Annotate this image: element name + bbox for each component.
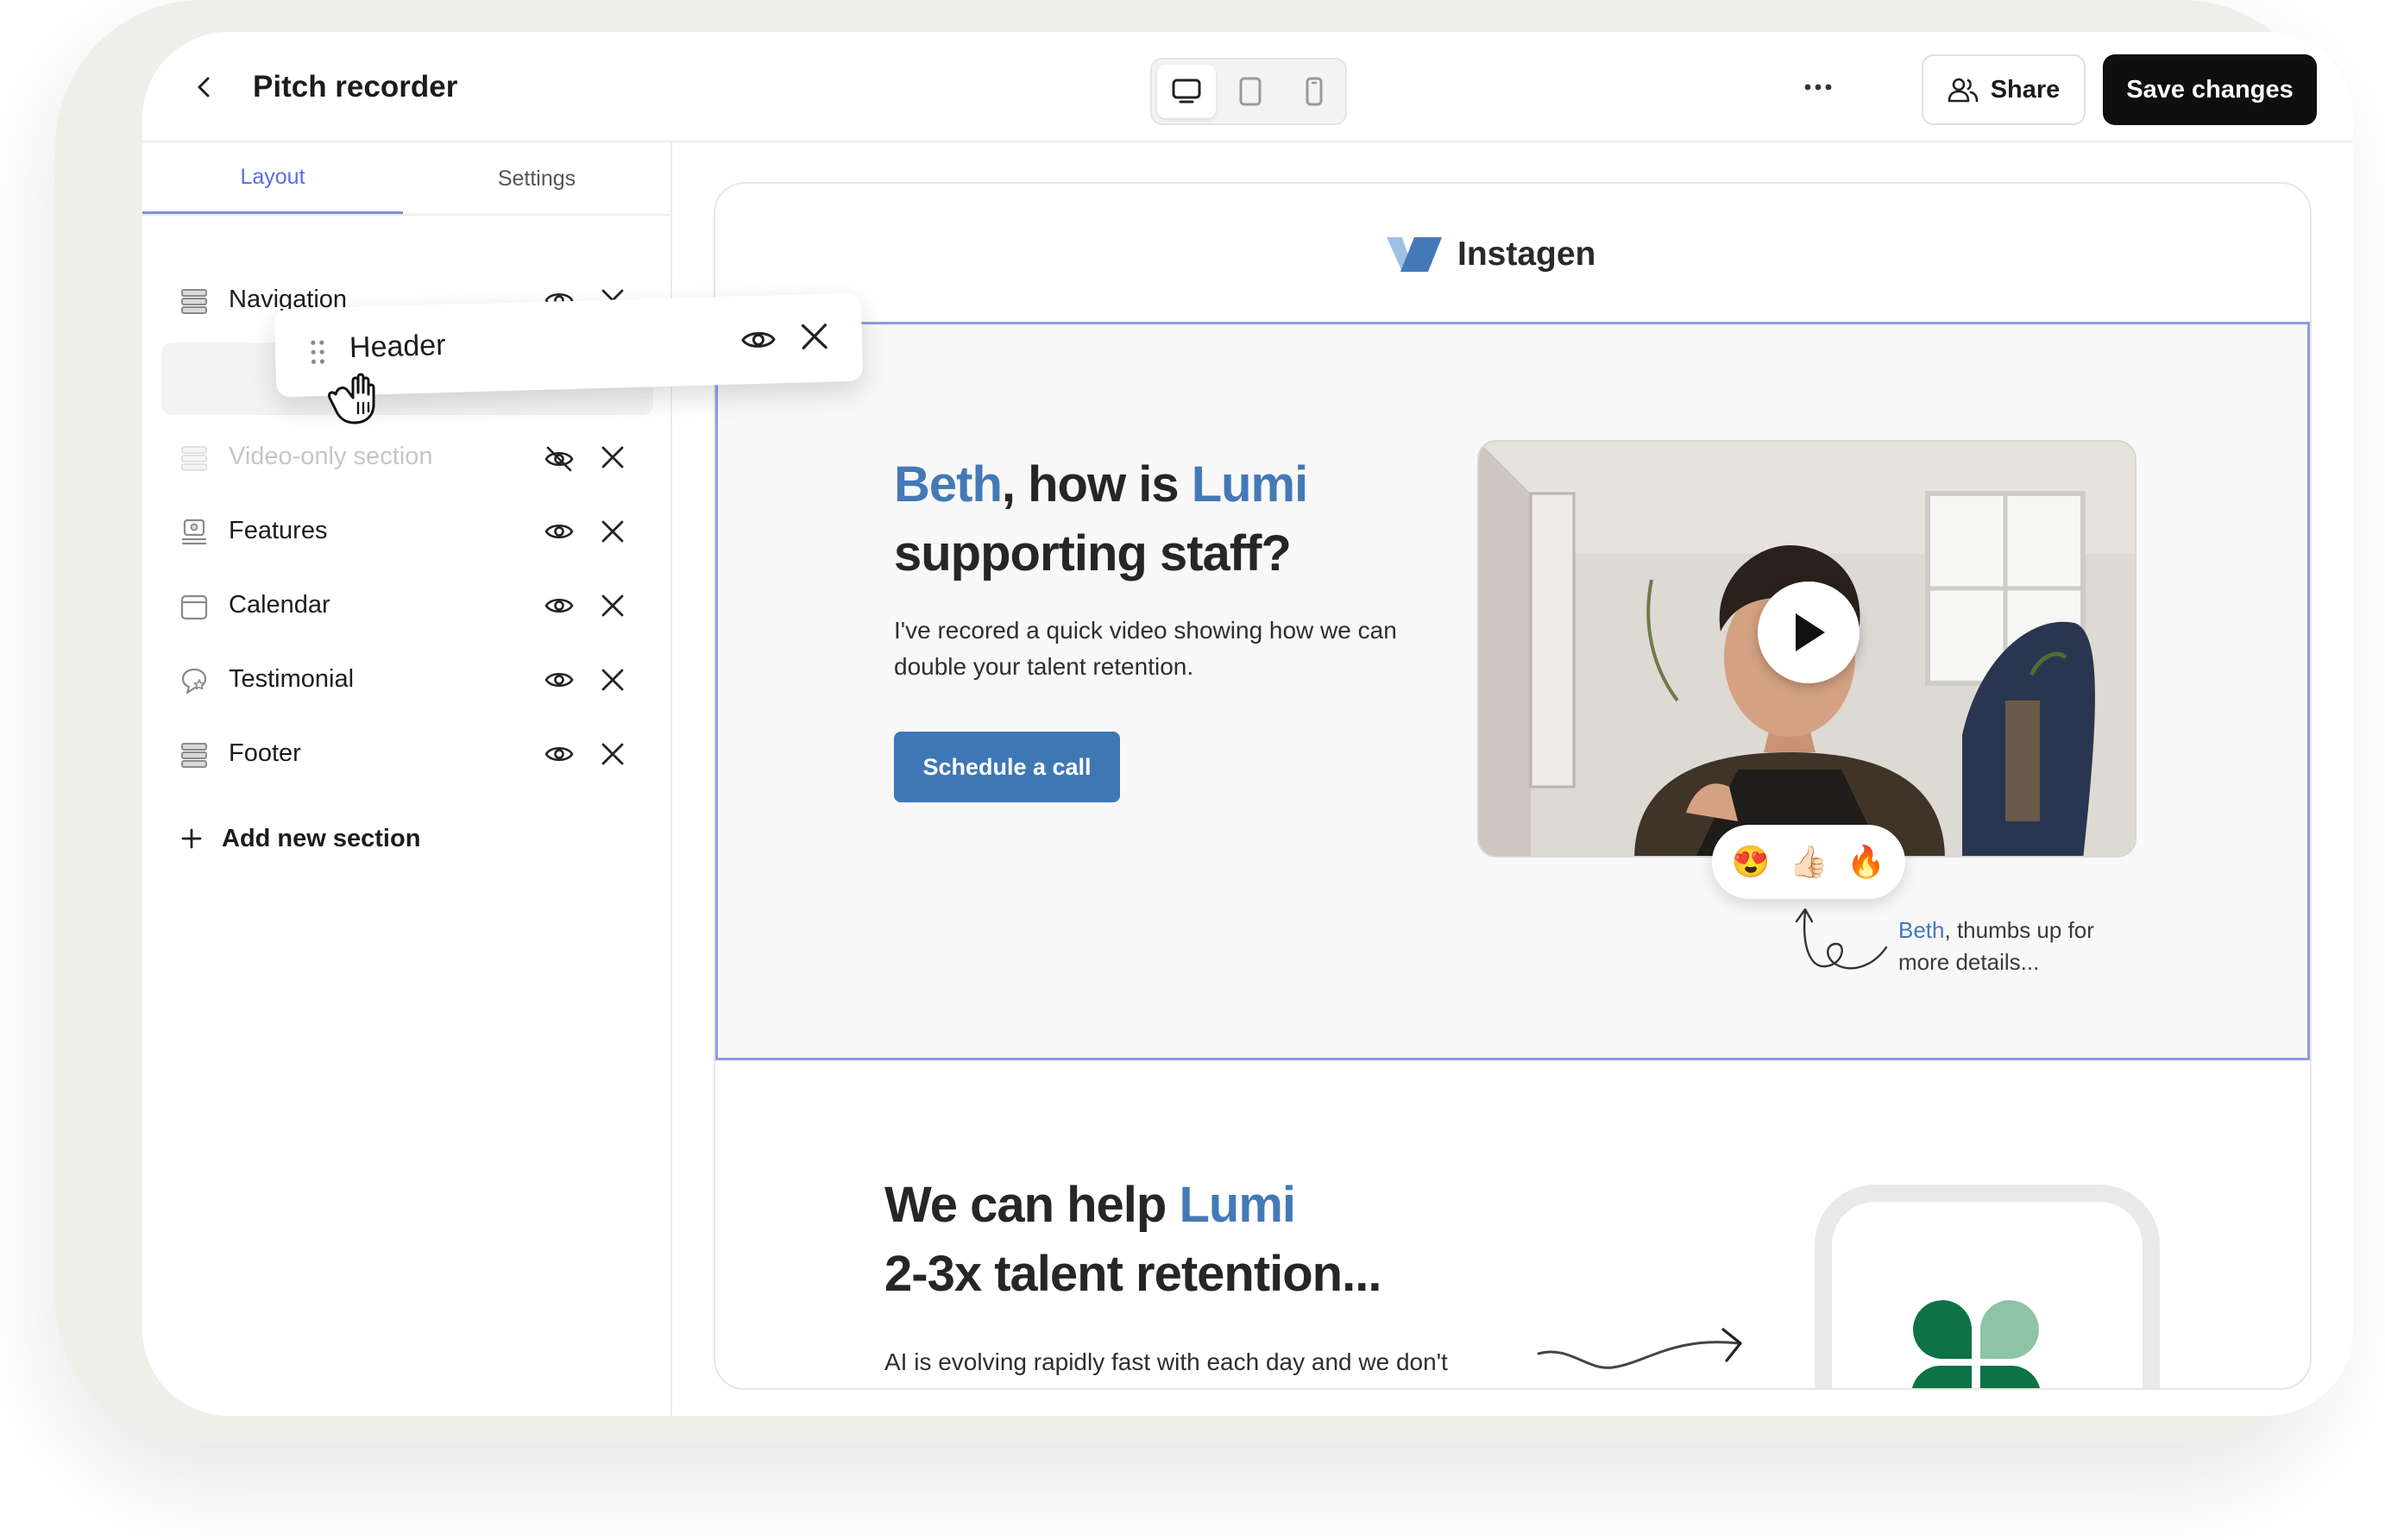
brand-logo: Instagen [1385, 229, 1595, 280]
section-item-video-only[interactable]: Video-only section [180, 431, 646, 482]
hero-subtitle: I've recored a quick video showing how w… [894, 617, 1397, 680]
eye-icon[interactable] [544, 669, 574, 691]
share-label: Share [1990, 75, 2061, 104]
section-item-calendar[interactable]: Calendar [180, 579, 646, 631]
hero-title: Beth, how is Lumi supporting staff? [894, 456, 1308, 581]
play-button[interactable] [1758, 581, 1860, 683]
grab-hand-cursor-icon [328, 373, 375, 424]
calendar-icon [180, 594, 208, 620]
add-new-section-label: Add new section [222, 824, 421, 852]
curly-arrow-icon [1795, 908, 1888, 970]
close-icon[interactable] [600, 741, 626, 767]
desktop-view-button[interactable] [1157, 65, 1216, 118]
stack-icon [181, 446, 207, 471]
tablet-view-button[interactable] [1221, 65, 1280, 118]
page-title: Pitch recorder [253, 70, 458, 104]
share-button[interactable]: Share [1922, 54, 2086, 125]
thumbs-up-note: Beth, thumbs up for more details... [1898, 917, 2094, 975]
tablet-icon [1239, 77, 1262, 106]
section-label: Footer [229, 739, 301, 767]
play-icon [1796, 613, 1825, 651]
close-icon[interactable] [600, 667, 626, 693]
section-item-features[interactable]: Features [180, 505, 646, 556]
section-item-footer[interactable]: Footer [180, 727, 646, 779]
fire-emoji-button[interactable]: 🔥 [1847, 844, 1885, 880]
section2-body: AI is evolving rapidly fast with each da… [884, 1348, 1448, 1375]
tab-settings[interactable]: Settings [403, 142, 670, 215]
stack-icon [181, 289, 207, 314]
plus-icon [181, 828, 202, 849]
features-icon [181, 519, 207, 545]
eye-off-icon[interactable] [544, 446, 574, 472]
clover-logo-icon [1912, 1300, 2040, 1388]
close-icon[interactable] [600, 593, 626, 619]
eye-icon[interactable] [544, 743, 574, 765]
mobile-icon [1306, 77, 1323, 106]
add-new-section-button[interactable]: Add new section [180, 817, 420, 860]
tab-layout[interactable]: Layout [142, 142, 403, 215]
section2-title: We can help Lumi 2-3x talent retention... [884, 1177, 1381, 1302]
section-label: Calendar [229, 591, 330, 619]
heart-eyes-emoji-button[interactable]: 😍 [1732, 844, 1771, 880]
close-icon[interactable] [600, 519, 626, 544]
eye-icon[interactable] [741, 326, 777, 353]
eye-icon[interactable] [544, 520, 574, 543]
device-toggle [1150, 58, 1347, 125]
hero-section-selected[interactable]: Beth, how is Lumi supporting staff? I've … [715, 322, 2310, 1060]
tabs-divider [142, 214, 672, 216]
back-icon[interactable] [192, 75, 217, 99]
app-window: Pitch recorder Share Save changes Layout… [142, 32, 2353, 1416]
stack-icon [181, 743, 207, 768]
instagen-logo-icon [1387, 237, 1442, 272]
reaction-bar: 😍 👍🏻 🔥 [1712, 825, 1905, 899]
swoosh-arrow-icon [1537, 1328, 1742, 1369]
section-label: Features [229, 517, 328, 544]
close-icon[interactable] [600, 444, 626, 470]
eye-icon[interactable] [544, 594, 574, 617]
schedule-call-button[interactable]: Schedule a call [894, 732, 1120, 802]
top-bar: Pitch recorder Share Save changes [142, 32, 2353, 142]
brand-name: Instagen [1457, 236, 1596, 273]
drag-handle-icon[interactable] [310, 339, 326, 365]
thumbs-up-emoji-button[interactable]: 👍🏻 [1790, 844, 1828, 880]
save-changes-button[interactable]: Save changes [2103, 54, 2317, 125]
desktop-icon [1172, 79, 1201, 104]
section-item-testimonial[interactable]: Testimonial [180, 653, 646, 705]
section-label: Header [349, 328, 446, 365]
more-options-icon[interactable] [1801, 82, 1835, 92]
testimonial-icon [181, 668, 207, 695]
page-preview: Instagen Beth, how is Lumi supporting sta… [714, 182, 2312, 1390]
section-label: Testimonial [229, 665, 355, 693]
section-label: Video-only section [229, 443, 433, 470]
close-icon[interactable] [799, 322, 829, 352]
mobile-view-button[interactable] [1285, 65, 1344, 118]
device-frame: Pitch recorder Share Save changes Layout… [55, 0, 2353, 1446]
users-icon [1948, 78, 1978, 103]
